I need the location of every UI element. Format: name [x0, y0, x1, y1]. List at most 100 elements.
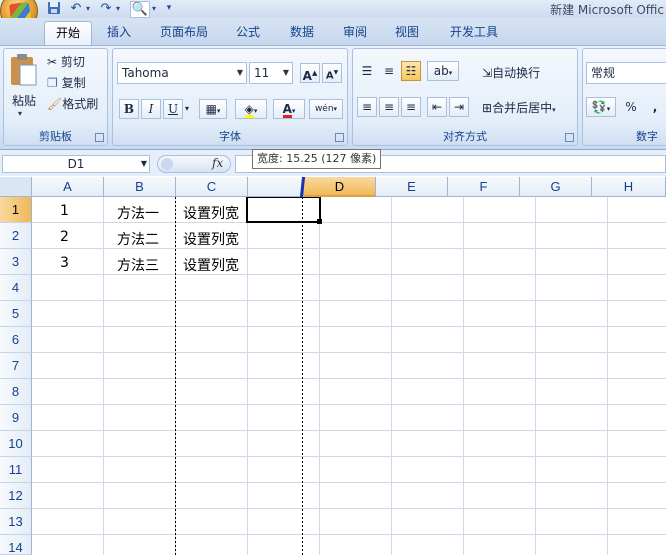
- tab-developer[interactable]: 开发工具: [442, 21, 506, 45]
- row-header-12[interactable]: 12: [0, 483, 32, 509]
- redo-dropdown-icon[interactable]: ▾: [114, 1, 122, 16]
- fill-color-button[interactable]: ◈▾: [235, 99, 267, 119]
- cell-b2[interactable]: 方法二: [117, 229, 159, 249]
- select-all-corner[interactable]: [0, 177, 32, 197]
- row-header-11[interactable]: 11: [0, 457, 32, 483]
- row-header-10[interactable]: 10: [0, 431, 32, 457]
- paste-icon[interactable]: [8, 53, 40, 91]
- cell-a2[interactable]: 2: [60, 229, 69, 245]
- tab-data[interactable]: 数据: [280, 21, 324, 45]
- grid-lines: [32, 197, 666, 555]
- align-middle-icon[interactable]: ≡: [379, 61, 399, 81]
- decrease-indent-icon[interactable]: ⇤: [427, 97, 447, 117]
- borders-button[interactable]: ▦▾: [199, 99, 227, 119]
- resize-handle-icon[interactable]: [161, 158, 173, 170]
- name-box-value: D1: [67, 157, 85, 171]
- copy-button[interactable]: ❐ 复制: [46, 73, 106, 93]
- row-header-4[interactable]: 4: [0, 275, 32, 301]
- paste-dropdown-icon[interactable]: ▾: [18, 109, 22, 118]
- name-box[interactable]: D1 ▼: [2, 155, 150, 173]
- font-group-label: 字体: [219, 130, 241, 143]
- phonetic-icon: wén: [314, 104, 334, 114]
- percent-button[interactable]: %: [621, 97, 641, 117]
- row-header-14[interactable]: 14: [0, 535, 32, 555]
- column-header-f[interactable]: F: [448, 177, 520, 197]
- column-header-e[interactable]: E: [376, 177, 448, 197]
- font-color-icon: A: [282, 102, 292, 118]
- print-preview-icon[interactable]: 🔍: [130, 1, 150, 18]
- tab-view[interactable]: 视图: [385, 21, 429, 45]
- column-width-tooltip: 宽度: 15.25 (127 像素): [252, 149, 382, 169]
- grow-font-button[interactable]: A▲: [300, 63, 320, 83]
- column-header-h[interactable]: H: [592, 177, 666, 197]
- paste-button[interactable]: 粘贴: [8, 91, 40, 111]
- currency-format-button[interactable]: 💱▾: [586, 97, 616, 117]
- cell-a3[interactable]: 3: [60, 255, 69, 271]
- redo-icon[interactable]: ↷: [98, 1, 114, 16]
- tab-review[interactable]: 审阅: [333, 21, 377, 45]
- cell-a1[interactable]: 1: [60, 203, 69, 219]
- phonetic-guide-button[interactable]: wén▾: [309, 99, 343, 119]
- column-header-c[interactable]: C: [176, 177, 248, 197]
- font-dialog-launcher[interactable]: .: [335, 133, 344, 142]
- clipboard-group: 粘贴 ▾ ✂ 剪切 ❐ 复制 🖌格式刷 剪贴板 .: [3, 48, 108, 146]
- font-name-select[interactable]: Tahoma ▼: [117, 62, 247, 84]
- font-size-select[interactable]: 11 ▼: [249, 62, 293, 84]
- increase-indent-icon[interactable]: ⇥: [449, 97, 469, 117]
- save-icon[interactable]: [46, 1, 62, 16]
- row-header-8[interactable]: 8: [0, 379, 32, 405]
- row-header-7[interactable]: 7: [0, 353, 32, 379]
- column-header-d[interactable]: D: [304, 177, 376, 197]
- row-header-5[interactable]: 5: [0, 301, 32, 327]
- align-right-icon[interactable]: ≡: [401, 97, 421, 117]
- tab-insert[interactable]: 插入: [97, 21, 141, 45]
- wrap-text-label: 自动换行: [492, 66, 541, 80]
- comma-style-button[interactable]: ,: [645, 97, 665, 117]
- formula-controls: fx: [157, 155, 231, 173]
- align-center-icon[interactable]: ≡: [379, 97, 399, 117]
- cell-b1[interactable]: 方法一: [117, 203, 159, 223]
- tab-page-layout[interactable]: 页面布局: [152, 21, 216, 45]
- orientation-button[interactable]: ab▾: [427, 61, 459, 81]
- alignment-dialog-launcher[interactable]: .: [565, 133, 574, 142]
- format-painter-button[interactable]: 🖌格式刷: [46, 94, 108, 114]
- underline-button[interactable]: U: [163, 99, 183, 119]
- copy-label: 复制: [61, 76, 86, 90]
- chevron-down-icon: ▼: [236, 68, 243, 77]
- column-header-g[interactable]: G: [520, 177, 592, 197]
- font-color-button[interactable]: A▾: [273, 99, 305, 119]
- cell-c1[interactable]: 设置列宽: [183, 203, 239, 223]
- number-format-select[interactable]: 常规: [586, 62, 666, 84]
- tab-formulas[interactable]: 公式: [226, 21, 270, 45]
- shrink-font-button[interactable]: A▼: [322, 63, 342, 83]
- alignment-group: ☰ ≡ ☷ ab▾ ⇲自动换行 ≡ ≡ ≡ ⇤ ⇥ ⊞合并后居中▾ 对齐方式 .: [352, 48, 578, 146]
- merge-center-button[interactable]: ⊞合并后居中▾: [481, 98, 577, 120]
- cell-c2[interactable]: 设置列宽: [183, 229, 239, 249]
- row-header-3[interactable]: 3: [0, 249, 32, 275]
- align-left-icon[interactable]: ≡: [357, 97, 377, 117]
- italic-button[interactable]: I: [141, 99, 161, 119]
- row-header-13[interactable]: 13: [0, 509, 32, 535]
- row-header-9[interactable]: 9: [0, 405, 32, 431]
- cell-c3[interactable]: 设置列宽: [183, 255, 239, 275]
- bold-button[interactable]: B: [119, 99, 139, 119]
- customize-qat-icon[interactable]: ▾: [164, 1, 174, 16]
- row-header-2[interactable]: 2: [0, 223, 32, 249]
- chevron-down-icon: ▼: [282, 68, 289, 77]
- insert-function-icon[interactable]: fx: [212, 156, 223, 170]
- cell-b3[interactable]: 方法三: [117, 255, 159, 275]
- column-header-a[interactable]: A: [32, 177, 104, 197]
- wrap-text-button[interactable]: ⇲自动换行: [481, 63, 577, 83]
- undo-icon[interactable]: ↶: [68, 1, 84, 16]
- tab-home[interactable]: 开始: [44, 21, 92, 46]
- row-header-1[interactable]: 1: [0, 197, 32, 223]
- undo-dropdown-icon[interactable]: ▾: [84, 1, 92, 16]
- align-bottom-icon[interactable]: ☷: [401, 61, 421, 81]
- align-top-icon[interactable]: ☰: [357, 61, 377, 81]
- column-header-b[interactable]: B: [104, 177, 176, 197]
- row-header-6[interactable]: 6: [0, 327, 32, 353]
- underline-dropdown-icon[interactable]: ▾: [185, 104, 189, 113]
- cut-button[interactable]: ✂ 剪切: [46, 52, 106, 72]
- clipboard-dialog-launcher[interactable]: .: [95, 133, 104, 142]
- preview-dropdown-icon[interactable]: ▾: [150, 1, 158, 16]
